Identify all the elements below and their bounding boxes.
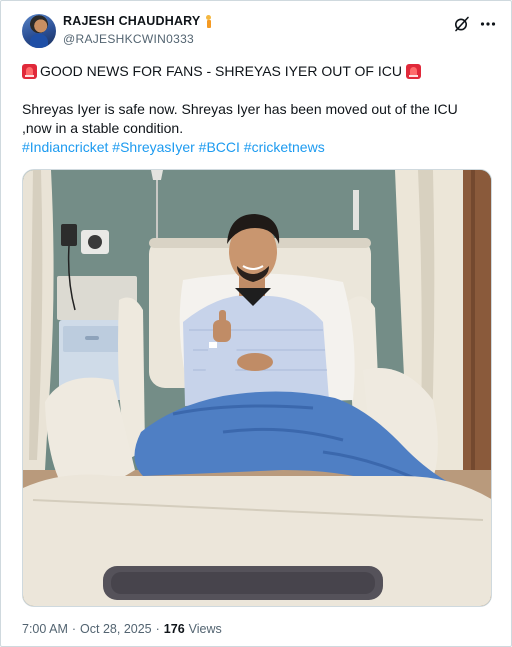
author-handle[interactable]: @RAJESHKCWIN0333 <box>63 32 194 46</box>
siren-icon <box>405 64 421 79</box>
tweet-headline-line: GOOD NEWS FOR FANS - SHREYAS IYER OUT OF… <box>22 62 492 81</box>
views-count: 176 <box>163 622 185 636</box>
meta-separator: · <box>71 622 77 636</box>
hashtag-link[interactable]: #ShreyasIyer <box>112 139 194 155</box>
author-display-name[interactable]: RAJESH CHAUDHARY <box>63 14 200 28</box>
more-dots-icon[interactable] <box>479 15 497 33</box>
author-avatar[interactable] <box>22 14 56 48</box>
views-label: Views <box>188 622 222 636</box>
tweet-date[interactable]: Oct 28, 2025 <box>80 622 152 636</box>
hashtag-list: #Indiancricket #ShreyasIyer #BCCI #crick… <box>22 138 492 157</box>
hospital-photo-illustration <box>23 170 491 606</box>
meta-separator: · <box>155 622 160 636</box>
siren-icon <box>22 64 37 79</box>
tweet-headline: GOOD NEWS FOR FANS - SHREYAS IYER OUT OF… <box>40 63 402 79</box>
tweet-photo[interactable] <box>22 169 492 607</box>
tweet-text: GOOD NEWS FOR FANS - SHREYAS IYER OUT OF… <box>22 62 492 157</box>
grok-slash-icon[interactable] <box>453 15 471 33</box>
hashtag-link[interactable]: #BCCI <box>199 139 240 155</box>
tweet-body-line-2: ,now in a stable condition. <box>22 120 184 136</box>
tweet-meta: 7:00 AM · Oct 28, 2025 · 176 Views <box>22 622 222 636</box>
tweet-time[interactable]: 7:00 AM <box>22 622 68 636</box>
author-name-row: RAJESH CHAUDHARY <box>63 14 212 28</box>
person-standing-icon <box>205 14 212 28</box>
hashtag-link[interactable]: #Indiancricket <box>22 139 108 155</box>
hashtag-link[interactable]: #cricketnews <box>244 139 325 155</box>
tweet-body-line-1: Shreyas Iyer is safe now. Shreyas Iyer h… <box>22 101 458 117</box>
